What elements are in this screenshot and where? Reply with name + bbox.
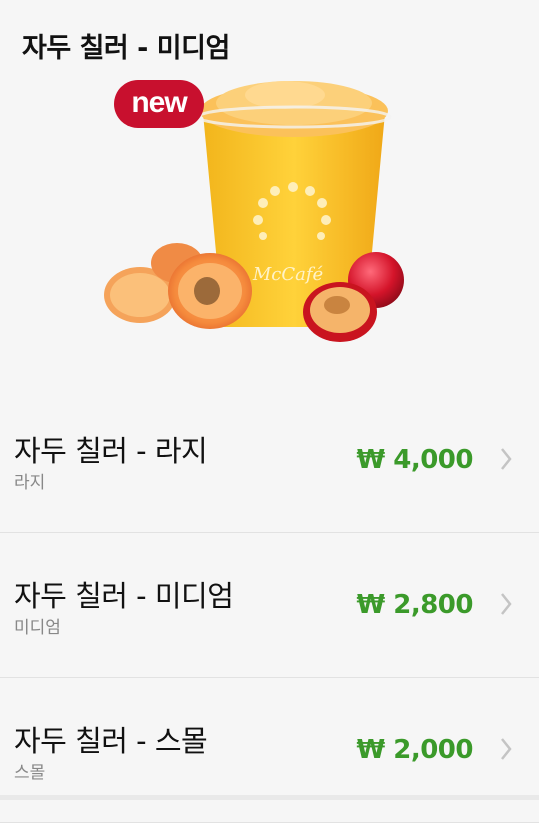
item-name: 자두 칠러 - 라지 xyxy=(14,434,208,468)
item-size: 라지 xyxy=(14,473,46,493)
bottom-divider xyxy=(0,795,539,800)
size-option-medium[interactable]: 자두 칠러 - 미디엄 미디엄 ₩ 2,800 xyxy=(0,533,539,678)
cup-logo-text: McCafé xyxy=(252,264,324,285)
item-price: ₩ 2,800 xyxy=(356,590,474,620)
chevron-right-icon xyxy=(501,738,512,760)
item-size: 미디엄 xyxy=(14,618,61,638)
item-price: ₩ 4,000 xyxy=(356,445,474,475)
product-header: 자두 칠러 - 미디엄 McCafé new xyxy=(0,0,539,380)
size-option-small[interactable]: 자두 칠러 - 스몰 스몰 ₩ 2,000 xyxy=(0,678,539,823)
chevron-right-icon xyxy=(501,593,512,615)
item-size: 스몰 xyxy=(14,763,46,783)
item-price: ₩ 2,000 xyxy=(356,735,474,765)
item-name: 자두 칠러 - 미디엄 xyxy=(14,579,234,613)
size-option-list: 자두 칠러 - 라지 라지 ₩ 4,000 자두 칠러 - 미디엄 미디엄 ₩ … xyxy=(0,388,539,823)
new-badge: new xyxy=(114,80,204,128)
item-name: 자두 칠러 - 스몰 xyxy=(14,724,208,758)
page-title: 자두 칠러 - 미디엄 xyxy=(22,33,230,64)
size-option-large[interactable]: 자두 칠러 - 라지 라지 ₩ 4,000 xyxy=(0,388,539,533)
chevron-right-icon xyxy=(501,448,512,470)
